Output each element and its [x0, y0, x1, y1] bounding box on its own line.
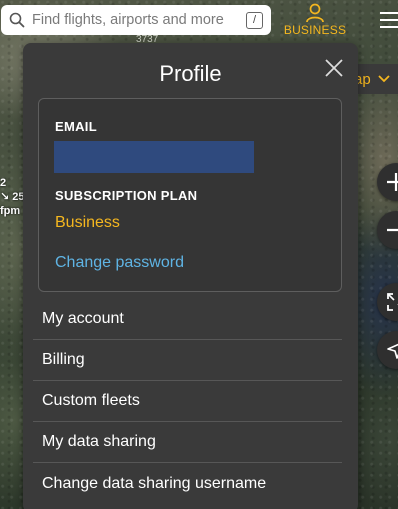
menu-item-custom-fleets[interactable]: Custom fleets [33, 381, 342, 422]
menu-item-my-account[interactable]: My account [33, 299, 342, 340]
menu-item-billing[interactable]: Billing [33, 340, 342, 381]
flight-info-line: ↘ 25 [0, 191, 25, 203]
change-password-link[interactable]: Change password [55, 254, 184, 272]
minus-icon [387, 228, 398, 232]
search-shortcut-key: / [246, 11, 263, 29]
search-input[interactable] [32, 12, 246, 28]
email-value-redacted [54, 141, 254, 173]
menu-item-my-data-sharing[interactable]: My data sharing [33, 422, 342, 463]
chevron-down-icon [378, 75, 390, 83]
user-icon [306, 3, 324, 23]
navigation-arrow-icon [387, 343, 398, 359]
profile-panel: Profile EMAIL SUBSCRIPTION PLAN Business… [23, 43, 358, 509]
menu-item-change-data-sharing-username[interactable]: Change data sharing username [33, 463, 342, 504]
panel-title: Profile [159, 61, 222, 86]
flight-info-line: fpm [0, 205, 21, 217]
account-info-card: EMAIL SUBSCRIPTION PLAN Business Change … [38, 98, 342, 292]
search-icon [9, 12, 25, 28]
search-bar[interactable]: / [1, 5, 271, 35]
expand-icon [387, 293, 398, 311]
flight-info-overlay: 2 ↘ 25 fpm [0, 176, 25, 218]
email-label: EMAIL [55, 119, 97, 134]
flight-info-line: 2 [0, 177, 7, 189]
profile-menu: My account Billing Custom fleets My data… [33, 299, 342, 504]
subscription-plan-label: SUBSCRIPTION PLAN [55, 188, 198, 203]
hamburger-menu-icon[interactable] [378, 8, 398, 32]
subscription-plan-value: Business [55, 214, 120, 231]
plus-icon [387, 173, 398, 191]
close-icon[interactable] [323, 57, 345, 79]
business-label: BUSINESS [283, 23, 347, 37]
business-account-button[interactable]: BUSINESS [284, 0, 346, 40]
